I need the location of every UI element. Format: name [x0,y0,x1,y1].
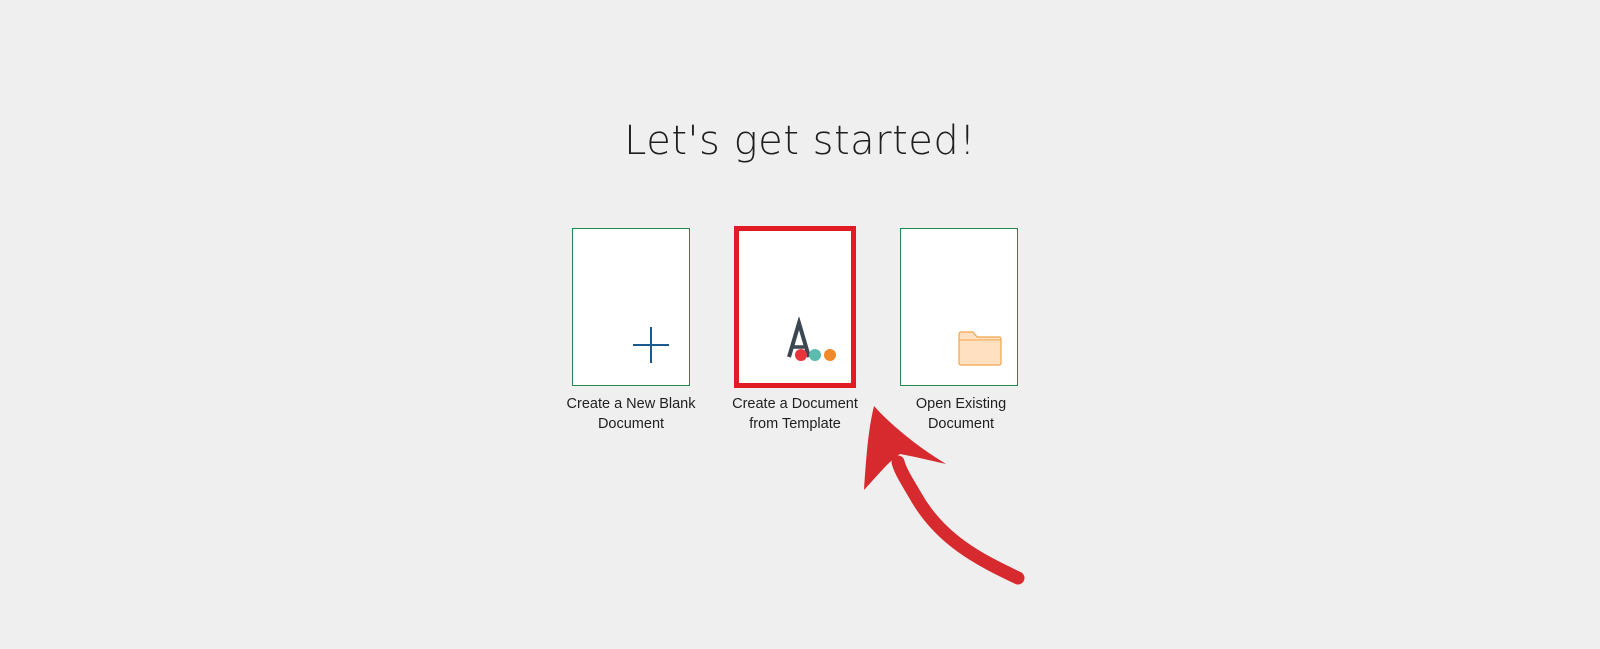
plus-icon [633,327,669,363]
page-title: Let's get started! [624,118,976,164]
open-document-card[interactable] [900,228,1018,386]
blank-document-card[interactable] [572,228,690,386]
annotation-arrow-icon [864,406,1025,585]
template-letter-icon [787,317,836,361]
blank-document-label: Create a New Blank Document [566,396,696,432]
template-document-label: Create a Document from Template [732,396,858,432]
template-document-card[interactable] [734,226,856,388]
folder-icon [958,331,1002,366]
